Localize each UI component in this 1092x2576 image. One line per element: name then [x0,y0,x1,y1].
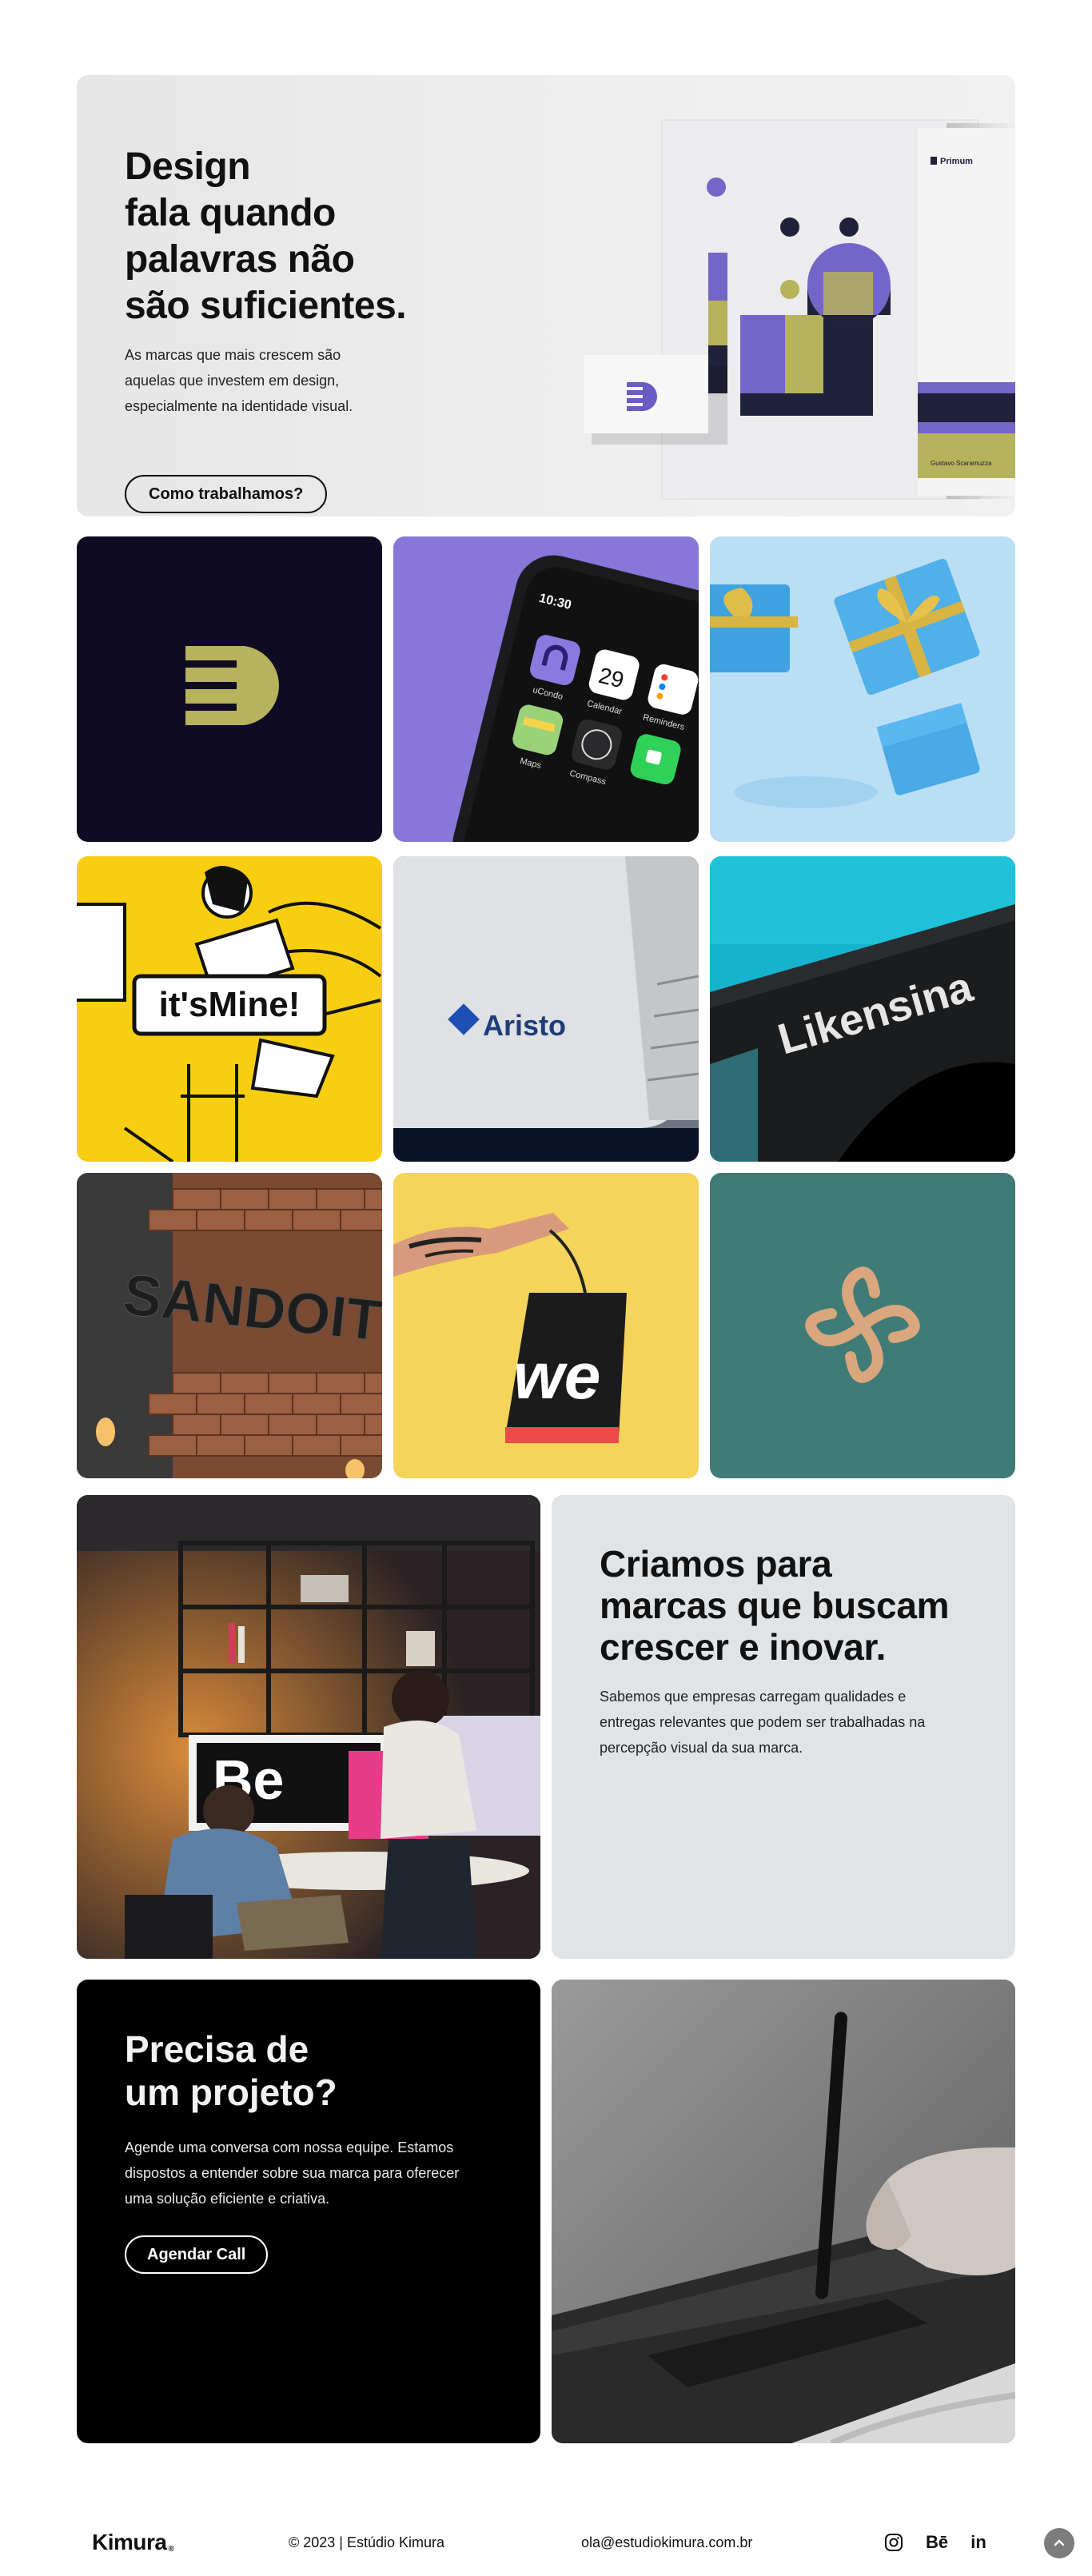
create-section: Criamos para marcas que buscam crescer e… [552,1495,1015,1959]
create-title: Criamos para marcas que buscam crescer e… [600,1543,950,1668]
hero-description: As marcas que mais crescem são aquelas q… [125,347,353,414]
linkedin-icon[interactable]: in [967,2531,990,2554]
copyright-text: © 2023 | Estúdio Kimura [289,2534,445,2550]
portfolio-aristo-laptop[interactable]: Aristo [393,856,699,1162]
behance-icon[interactable]: Bē [923,2531,951,2554]
book-brand: Primum [940,157,973,166]
project-title: Precisa de um projeto? [125,2028,337,2113]
portfolio-primum-logo[interactable] [77,536,382,842]
pen-tablet-photo [552,1980,1015,2443]
portfolio-likensina-signage[interactable]: Likensina [710,856,1015,1162]
footer: Kimura ® © 2023 | Estúdio Kimura ola@estu… [0,2502,1092,2576]
we-logo: we [513,1340,600,1413]
hero-title: Design fala quando palavras não são sufi… [125,146,407,327]
project-description: Agende uma conversa com nossa equipe. Es… [125,2139,460,2207]
studio-team-photo: Be [77,1495,540,1959]
create-description: Sabemos que empresas carregam qualidades… [600,1689,926,1756]
portfolio-ucondo-app[interactable]: 10:30 29 uCondo Calendar Reminders Maps … [393,536,699,842]
project-cta-section: Precisa de um projeto? Agende uma conver… [77,1980,540,2443]
aristo-logo: Aristo [483,1009,566,1042]
itsmine-logo: it'sMine! [159,985,301,1024]
logo-text: Kimura [92,2530,167,2554]
portfolio-teal-emblem[interactable] [710,1173,1015,1478]
contact-email-link[interactable]: ola@estudiokimura.com.br [581,2534,752,2551]
instagram-icon[interactable] [883,2531,905,2554]
chevron-up-icon [1054,2539,1065,2546]
hero-brand-mockup: Primum Gustavo Scaramuzza [492,75,1015,516]
hero-section: Design fala quando palavras não são sufi… [77,75,1015,516]
how-we-work-button[interactable]: Como trabalhamos? [125,475,328,513]
portfolio-itsmine-illustration[interactable]: it'sMine! [77,856,382,1162]
schedule-call-button[interactable]: Agendar Call [125,2235,269,2274]
back-to-top-button[interactable] [1044,2528,1074,2558]
portfolio-we-shopping-bag[interactable]: we [393,1173,699,1478]
book-author: Gustavo Scaramuzza [931,460,992,467]
footer-logo[interactable]: Kimura ® [92,2530,174,2555]
logo-registered-mark: ® [168,2545,174,2554]
portfolio-sandoit-wall[interactable]: SANDOIT [77,1173,382,1478]
portfolio-gift-boxes[interactable] [710,536,1015,842]
